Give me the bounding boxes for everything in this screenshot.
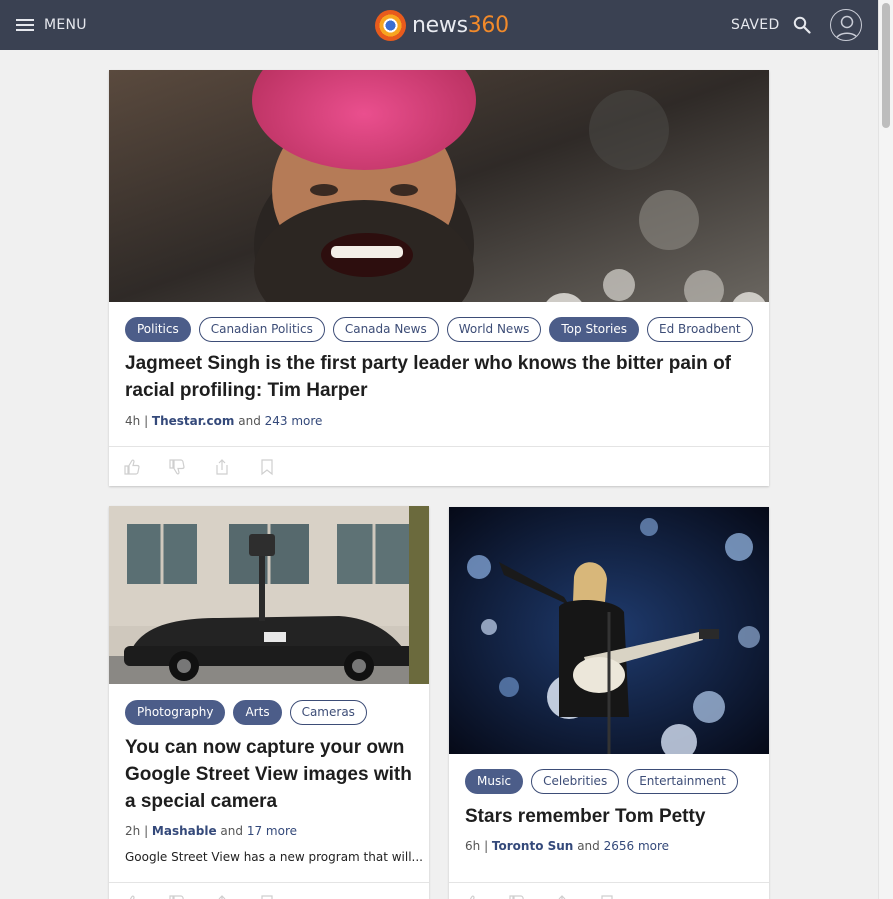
article-source-link[interactable]: Mashable (152, 824, 217, 838)
logo-number: 360 (467, 12, 509, 38)
article-meta: 2h | Mashable and 17 more (125, 824, 297, 838)
article-actions (449, 882, 769, 899)
logo-word: news (412, 12, 468, 38)
article-age: 2h (125, 824, 141, 838)
menu-button[interactable]: MENU (16, 0, 87, 50)
more-sources-link[interactable]: 243 more (265, 414, 323, 428)
article-source-link[interactable]: Thestar.com (152, 414, 234, 428)
thumbs-up-icon[interactable] (123, 458, 141, 476)
article-title[interactable]: Jagmeet Singh is the first party leader … (125, 350, 745, 404)
article-and: and (577, 839, 600, 853)
more-sources-link[interactable]: 2656 more (604, 839, 669, 853)
hamburger-icon (16, 18, 34, 32)
article-card[interactable]: Politics Canadian Politics Canada News W… (109, 70, 769, 486)
logo-wordmark: news360 (412, 13, 509, 38)
article-age: 4h (125, 414, 141, 428)
share-icon[interactable] (213, 894, 231, 899)
article-photo[interactable] (109, 506, 429, 684)
user-avatar-icon[interactable] (830, 9, 862, 41)
top-navigation-bar: MENU news360 SAVED (0, 0, 878, 50)
search-icon[interactable] (793, 16, 811, 34)
page-scrollbar[interactable] (878, 0, 893, 899)
tag-world-news[interactable]: World News (446, 317, 542, 342)
thumbs-down-icon[interactable] (508, 894, 526, 899)
tag-canadian-politics[interactable]: Canadian Politics (198, 317, 325, 342)
thumbs-up-icon[interactable] (123, 894, 141, 899)
article-card[interactable]: Music Celebrities Entertainment Stars re… (449, 507, 769, 899)
tag-photography[interactable]: Photography (125, 700, 226, 725)
tag-celebrities[interactable]: Celebrities (531, 769, 620, 794)
tag-canada-news[interactable]: Canada News (332, 317, 439, 342)
share-icon[interactable] (553, 894, 571, 899)
menu-label: MENU (44, 17, 87, 33)
tag-cameras[interactable]: Cameras (289, 700, 367, 725)
tag-arts[interactable]: Arts (233, 700, 282, 725)
article-card[interactable]: Photography Arts Cameras You can now cap… (109, 506, 429, 899)
saved-button[interactable]: SAVED (731, 0, 780, 50)
article-and: and (238, 414, 261, 428)
tag-politics[interactable]: Politics (125, 317, 191, 342)
tag-list: Music Celebrities Entertainment (465, 769, 738, 794)
tag-top-stories[interactable]: Top Stories (549, 317, 640, 342)
tag-list: Politics Canadian Politics Canada News W… (125, 317, 753, 342)
article-actions (109, 446, 769, 486)
thumbs-down-icon[interactable] (168, 458, 186, 476)
article-meta: 4h | Thestar.com and 243 more (125, 414, 323, 428)
bookmark-icon[interactable] (598, 894, 616, 899)
thumbs-up-icon[interactable] (463, 894, 481, 899)
bookmark-icon[interactable] (258, 894, 276, 899)
news360-logo[interactable]: news360 (375, 9, 509, 41)
more-sources-link[interactable]: 17 more (247, 824, 297, 838)
scrollbar-thumb[interactable] (882, 3, 890, 128)
tag-entertainment[interactable]: Entertainment (627, 769, 738, 794)
article-photo[interactable] (109, 70, 769, 302)
article-actions (109, 882, 429, 899)
article-meta: 6h | Toronto Sun and 2656 more (465, 839, 670, 853)
share-icon[interactable] (213, 458, 231, 476)
logo-orb-icon (375, 9, 406, 41)
article-source-link[interactable]: Toronto Sun (492, 839, 573, 853)
article-age: 6h (465, 839, 481, 853)
tag-music[interactable]: Music (465, 769, 524, 794)
article-title[interactable]: Stars remember Tom Petty (465, 803, 755, 830)
bookmark-icon[interactable] (258, 458, 276, 476)
tag-ed-broadbent[interactable]: Ed Broadbent (647, 317, 753, 342)
article-and: and (220, 824, 243, 838)
article-title[interactable]: You can now capture your own Google Stre… (125, 734, 415, 815)
article-snippet: Google Street View has a new program tha… (125, 850, 423, 864)
thumbs-down-icon[interactable] (168, 894, 186, 899)
tag-list: Photography Arts Cameras (125, 700, 367, 725)
article-photo[interactable] (449, 507, 769, 754)
